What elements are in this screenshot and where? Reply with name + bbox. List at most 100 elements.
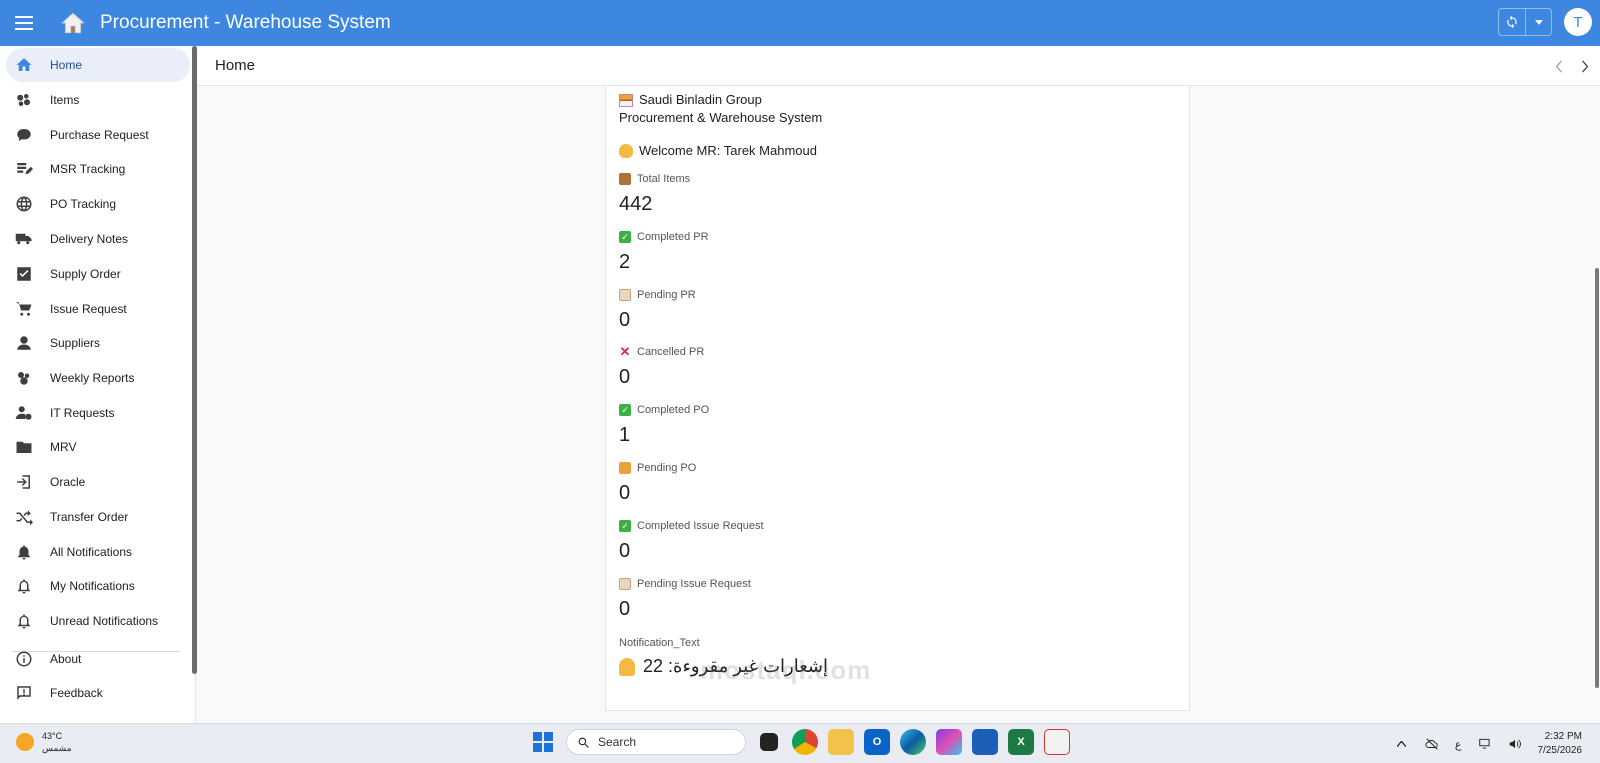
sidebar-item-transfer-order[interactable]: Transfer Order — [6, 500, 190, 534]
chat-icon — [14, 125, 34, 145]
sidebar: Home Items Purchase Request MSR Tracking… — [0, 46, 197, 723]
app-bar: Procurement - Warehouse System T — [0, 0, 1600, 46]
stat-label-text: Total Items — [637, 173, 691, 185]
sidebar-item-label: Delivery Notes — [50, 232, 129, 246]
stat-label-total-items: Total Items — [619, 173, 690, 185]
stat-label-text: Cancelled PR — [637, 346, 705, 358]
sidebar-item-about[interactable]: About — [6, 642, 190, 676]
sidebar-item-purchase-request[interactable]: Purchase Request — [6, 118, 190, 152]
bell-filled-icon — [14, 542, 34, 562]
sidebar-scrollbar[interactable] — [192, 46, 197, 674]
sidebar-item-label: My Notifications — [50, 579, 135, 593]
sidebar-item-weekly-reports[interactable]: Weekly Reports — [6, 361, 190, 395]
clock-time: 2:32 PM — [1544, 731, 1582, 742]
back-arrow-icon[interactable] — [1552, 56, 1566, 76]
edge-icon[interactable] — [900, 729, 926, 755]
waving-hand-icon — [619, 143, 633, 158]
sync-dropdown-button[interactable] — [1525, 9, 1551, 35]
snipping-tool-icon[interactable] — [1044, 729, 1070, 755]
file-explorer-icon[interactable] — [828, 729, 854, 755]
app-title: Procurement - Warehouse System — [100, 12, 391, 33]
volume-icon[interactable] — [1508, 737, 1522, 751]
sidebar-item-label: Suppliers — [50, 336, 101, 350]
items-icon — [14, 90, 34, 110]
sidebar-item-label: About — [50, 652, 82, 666]
main-scrollbar[interactable] — [1594, 88, 1600, 723]
sidebar-item-items[interactable]: Items — [6, 83, 190, 117]
menu-button[interactable] — [0, 0, 48, 46]
stat-label-completed-po: ✓ Completed PO — [619, 404, 709, 416]
copilot-icon[interactable] — [936, 729, 962, 755]
search-icon — [578, 737, 589, 748]
stat-value-pending-po: 0 — [619, 482, 631, 504]
stat-label-completed-pr: ✓ Completed PR — [619, 231, 709, 243]
excel-icon[interactable]: X — [1008, 729, 1034, 755]
bell-emoji-icon — [619, 657, 635, 676]
system-name: Procurement & Warehouse System — [619, 110, 823, 125]
sidebar-item-label: Issue Request — [50, 302, 127, 316]
sidebar-item-label: PO Tracking — [50, 197, 117, 211]
sidebar-item-msr-tracking[interactable]: MSR Tracking — [6, 152, 190, 186]
sidebar-item-label: Supply Order — [50, 267, 121, 281]
stat-label-text: Completed Issue Request — [637, 520, 764, 532]
main-scrollbar-thumb[interactable] — [1595, 268, 1599, 688]
forward-arrow-icon[interactable] — [1578, 56, 1592, 76]
chrome-icon[interactable] — [792, 729, 818, 755]
shuffle-icon — [14, 507, 34, 527]
chevron-up-icon[interactable] — [1395, 737, 1409, 751]
sidebar-item-label: Purchase Request — [50, 128, 149, 142]
sidebar-item-po-tracking[interactable]: PO Tracking — [6, 187, 190, 221]
avatar[interactable]: T — [1564, 8, 1592, 36]
sidebar-item-my-notifications[interactable]: My Notifications — [6, 569, 190, 603]
sidebar-item-home[interactable]: Home — [6, 48, 190, 82]
edit-document-icon — [14, 159, 34, 179]
stat-value-completed-issue-request: 0 — [619, 540, 631, 562]
sidebar-item-feedback[interactable]: Feedback — [6, 676, 190, 710]
stat-label-completed-issue-request: ✓ Completed Issue Request — [619, 520, 764, 532]
sidebar-item-label: MSR Tracking — [50, 162, 126, 176]
stat-label-text: Pending PR — [637, 289, 696, 301]
sidebar-item-supply-order[interactable]: Supply Order — [6, 257, 190, 291]
check-box-icon: ✓ — [619, 520, 631, 532]
sidebar-item-label: Home — [50, 58, 83, 72]
sidebar-item-label: Transfer Order — [50, 510, 129, 524]
home-icon — [14, 55, 34, 75]
stat-label-pending-po: Pending PO — [619, 462, 696, 474]
clock-date: 7/25/2026 — [1537, 745, 1583, 756]
check-box-icon: ✓ — [619, 404, 631, 416]
construction-icon — [619, 93, 633, 107]
sidebar-item-unread-notifications[interactable]: Unread Notifications — [6, 604, 190, 638]
truck-emoji-icon — [619, 462, 631, 474]
sidebar-item-label: Oracle — [50, 475, 86, 489]
sidebar-item-suppliers[interactable]: Suppliers — [6, 326, 190, 360]
checkbox-icon — [14, 264, 34, 284]
truck-icon — [14, 229, 34, 249]
sidebar-item-issue-request[interactable]: Issue Request — [6, 292, 190, 326]
sidebar-item-label: Items — [50, 93, 80, 107]
input-language-indicator[interactable]: ع — [1455, 738, 1462, 751]
globe-icon — [14, 194, 34, 214]
notification-label: Notification_Text — [619, 637, 700, 649]
home-logo-icon[interactable] — [58, 8, 88, 38]
taskbar-search[interactable]: Search — [566, 729, 746, 755]
info-icon — [14, 649, 34, 669]
weather-widget[interactable]: 43°C مشمس — [16, 730, 72, 754]
sync-icon — [1507, 15, 1517, 29]
sidebar-item-all-notifications[interactable]: All Notifications — [6, 535, 190, 569]
system-clock[interactable]: 2:32 PM 7/25/2026 — [1538, 730, 1583, 758]
cloud-off-icon[interactable] — [1425, 737, 1439, 751]
sidebar-item-it-requests[interactable]: IT Requests — [6, 396, 190, 430]
network-icon[interactable] — [1478, 737, 1492, 751]
sidebar-item-delivery-notes[interactable]: Delivery Notes — [6, 222, 190, 256]
stat-value-pending-pr: 0 — [619, 309, 631, 331]
sidebar-item-oracle[interactable]: Oracle — [6, 465, 190, 499]
weather-description: مشمس — [42, 743, 72, 753]
cross-icon: ✕ — [619, 344, 631, 359]
sidebar-item-label: Feedback — [50, 686, 103, 700]
task-view-icon[interactable] — [760, 733, 778, 751]
sync-button[interactable] — [1499, 9, 1525, 35]
outlook-icon[interactable]: O — [864, 729, 890, 755]
store-icon[interactable] — [972, 729, 998, 755]
windows-start-icon[interactable] — [530, 729, 556, 755]
sidebar-item-mrv[interactable]: MRV — [6, 430, 190, 464]
